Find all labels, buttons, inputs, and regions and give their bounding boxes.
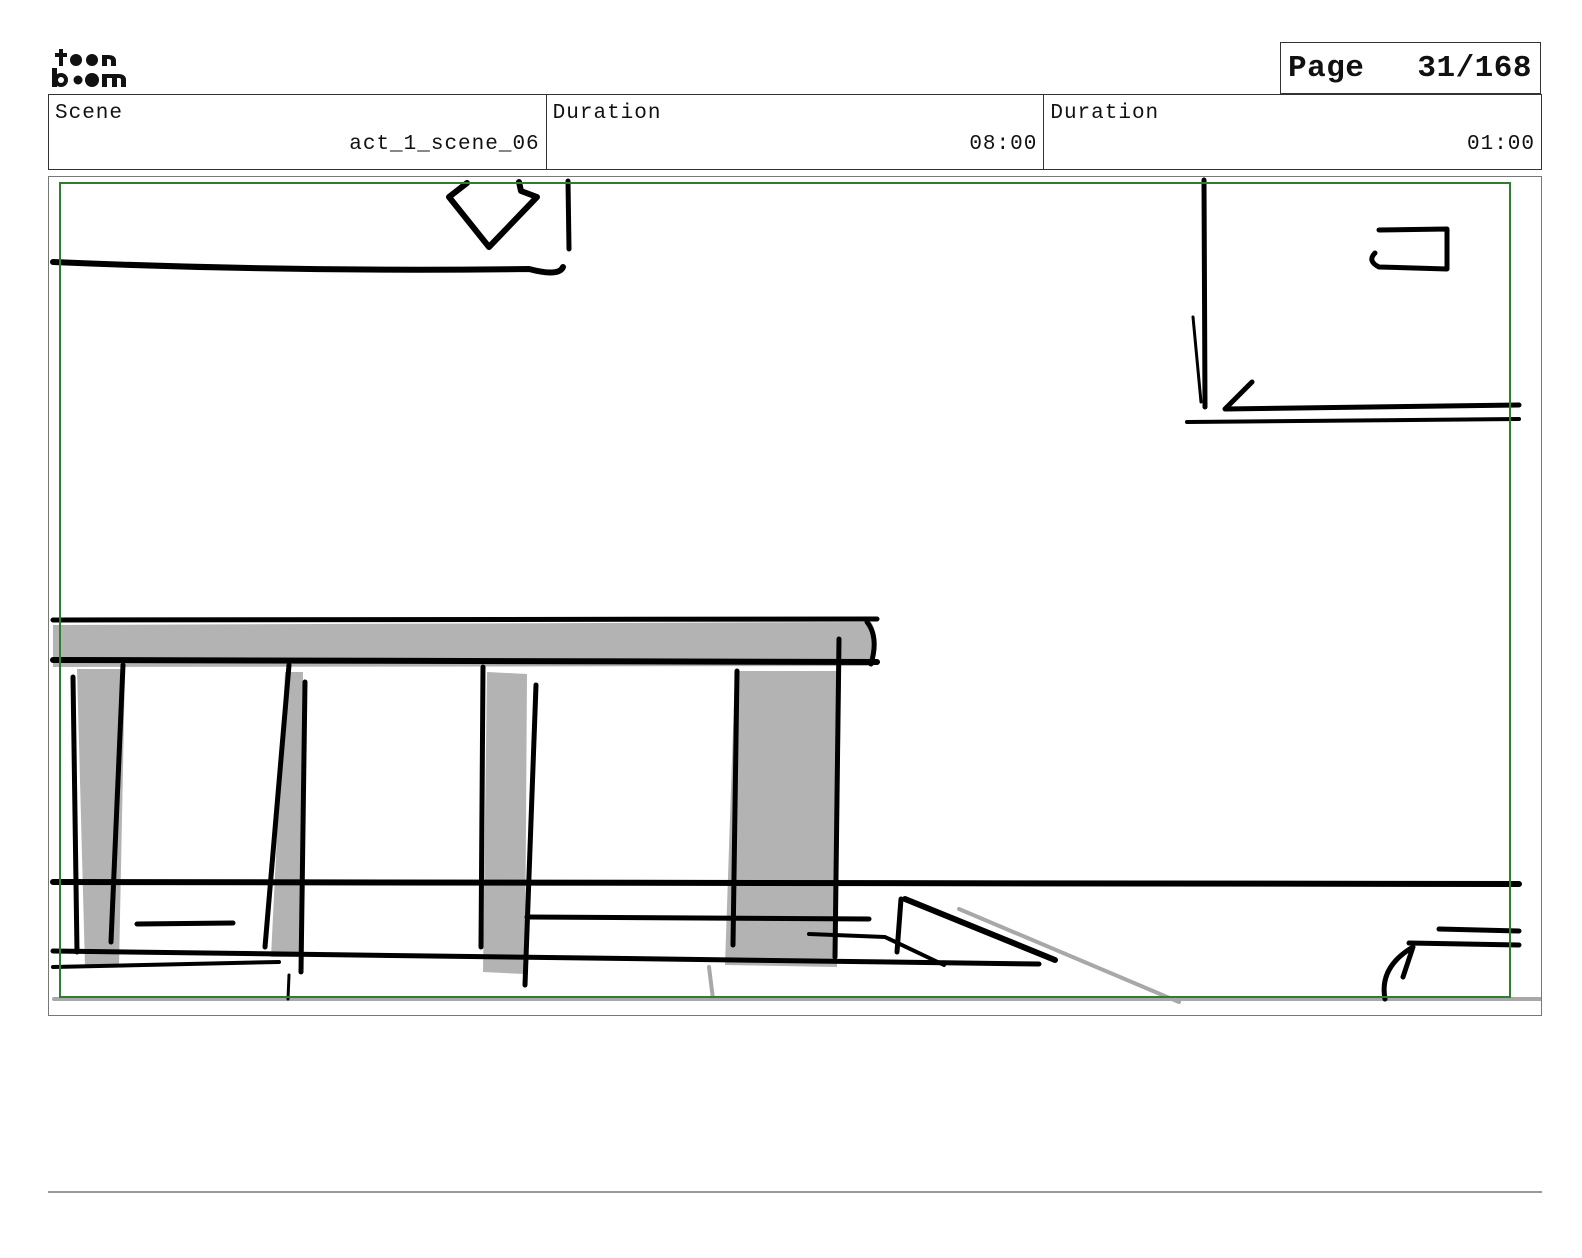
scene-duration-value: 08:00 bbox=[969, 133, 1038, 156]
page-indicator: Page 31/168 bbox=[1280, 42, 1541, 94]
footer-divider bbox=[48, 1191, 1542, 1193]
panel-duration-cell: Duration 01:00 bbox=[1044, 95, 1541, 169]
panel-duration-value: 01:00 bbox=[1467, 133, 1536, 156]
scene-value: act_1_scene_06 bbox=[349, 133, 540, 156]
page-number: 31/168 bbox=[1417, 50, 1532, 86]
storyboard-panel bbox=[48, 176, 1542, 1016]
scene-label: Scene bbox=[55, 102, 124, 125]
panel-duration-label: Duration bbox=[1050, 102, 1160, 125]
panel-sketch bbox=[50, 177, 1541, 1004]
page-label: Page bbox=[1288, 50, 1365, 86]
scene-cell: Scene act_1_scene_06 bbox=[49, 95, 547, 169]
scene-info-row: Scene act_1_scene_06 Duration 08:00 Dura… bbox=[48, 94, 1542, 170]
scene-duration-cell: Duration 08:00 bbox=[547, 95, 1045, 169]
scene-duration-label: Duration bbox=[552, 102, 662, 125]
toon-boom-logo bbox=[50, 47, 126, 89]
